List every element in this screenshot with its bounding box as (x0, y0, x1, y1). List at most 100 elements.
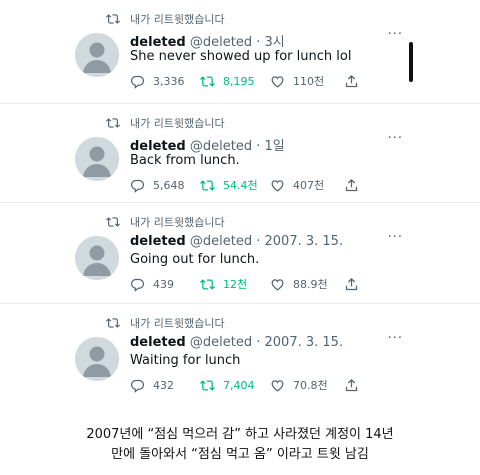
like-count: 88.9천 (293, 278, 328, 291)
more-icon[interactable]: ··· (388, 28, 403, 41)
retweet-count: 12천 (223, 278, 248, 291)
tweet-actions: 5,648 54.4천 407천 (130, 176, 360, 194)
like-icon (271, 278, 284, 291)
caption: 2007년에 “점심 먹으러 감” 하고 사라졌던 계정이 14년 만에 돌아와… (0, 425, 480, 465)
caption-line-1: 2007년에 “점심 먹으러 감” 하고 사라졌던 계정이 14년 (86, 427, 394, 442)
retweet-button[interactable]: 12천 (200, 275, 247, 293)
retweet-header-label: 내가 리트윗했습니다 (130, 13, 225, 26)
like-count: 70.8천 (293, 379, 328, 392)
display-name[interactable]: deleted (130, 335, 186, 350)
avatar[interactable] (75, 137, 119, 181)
tweet-header: deleted @deleted · 1일 (130, 135, 285, 154)
tweet-time[interactable]: 2007. 3. 15. (265, 234, 344, 249)
user-handle[interactable]: @deleted (190, 139, 252, 154)
reply-icon (130, 179, 145, 193)
tweet-text: Going out for lunch. (130, 252, 260, 267)
like-icon (271, 179, 284, 192)
display-name[interactable]: deleted (130, 234, 186, 249)
retweet-button[interactable]: 7,404 (200, 376, 255, 394)
retweet-button[interactable]: 8,195 (200, 72, 255, 90)
like-icon (271, 75, 284, 88)
separator-dot: · (256, 234, 261, 249)
more-icon[interactable]: ··· (388, 231, 403, 244)
scrollbar[interactable] (409, 42, 413, 82)
retweet-header: 내가 리트윗했습니다 (105, 11, 225, 27)
like-count: 110천 (293, 75, 325, 88)
reply-count: 3,336 (153, 74, 185, 88)
retweet-header: 내가 리트윗했습니다 (105, 315, 225, 331)
user-handle[interactable]: @deleted (190, 335, 252, 350)
tweet-time[interactable]: 1일 (265, 139, 285, 154)
like-count: 407천 (293, 179, 325, 192)
tweet-header: deleted @deleted · 2007. 3. 15. (130, 335, 343, 350)
share-icon (345, 178, 358, 191)
like-button[interactable]: 88.9천 (270, 275, 328, 293)
retweet-header: 내가 리트윗했습니다 (105, 214, 225, 230)
tweet-time[interactable]: 3시 (265, 35, 285, 50)
tweet-actions: 432 7,404 70.8천 (130, 376, 360, 394)
tweet-item[interactable]: 내가 리트윗했습니다 deleted @deleted · 1일 ··· Bac… (0, 104, 480, 203)
share-icon (345, 378, 358, 391)
share-icon (345, 277, 358, 290)
retweet-count: 8,195 (223, 74, 255, 88)
user-handle[interactable]: @deleted (190, 35, 252, 50)
reply-icon (130, 75, 145, 89)
default-avatar (75, 236, 119, 280)
default-avatar (75, 337, 119, 381)
reply-button[interactable]: 439 (130, 275, 174, 293)
share-button[interactable] (344, 176, 367, 194)
avatar[interactable] (75, 33, 119, 77)
share-icon (345, 74, 358, 87)
retweet-icon (106, 118, 120, 128)
tweet-text: Waiting for lunch (130, 353, 241, 368)
avatar[interactable] (75, 236, 119, 280)
reply-button[interactable]: 432 (130, 376, 174, 394)
tweet-item[interactable]: 내가 리트윗했습니다 deleted @deleted · 2007. 3. 1… (0, 203, 480, 304)
display-name[interactable]: deleted (130, 35, 186, 50)
share-button[interactable] (344, 376, 367, 394)
retweet-header-label: 내가 리트윗했습니다 (130, 317, 225, 330)
retweet-icon (106, 14, 120, 24)
like-button[interactable]: 407천 (270, 176, 324, 194)
like-button[interactable]: 70.8천 (270, 376, 328, 394)
tweet-item[interactable]: 내가 리트윗했습니다 deleted @deleted · 2007. 3. 1… (0, 304, 480, 404)
tweet-text: Back from lunch. (130, 153, 240, 168)
tweet-actions: 3,336 8,195 110천 (130, 72, 360, 90)
like-icon (271, 379, 284, 392)
share-button[interactable] (344, 275, 367, 293)
reply-button[interactable]: 5,648 (130, 176, 185, 194)
tweet-text: She never showed up for lunch lol (130, 49, 352, 64)
tweet-item[interactable]: 내가 리트윗했습니다 deleted @deleted · 3시 ··· She… (0, 0, 480, 104)
retweet-count: 7,404 (223, 378, 255, 392)
separator-dot: · (256, 35, 261, 50)
avatar[interactable] (75, 337, 119, 381)
tweet-actions: 439 12천 88.9천 (130, 275, 360, 293)
retweet-icon (200, 179, 215, 191)
more-icon[interactable]: ··· (388, 332, 403, 345)
like-button[interactable]: 110천 (270, 72, 324, 90)
tweet-header: deleted @deleted · 3시 (130, 31, 285, 50)
tweet-time[interactable]: 2007. 3. 15. (265, 335, 344, 350)
display-name[interactable]: deleted (130, 139, 186, 154)
caption-line-2: 만에 돌아와서 “점심 먹고 옴” 이라고 트윗 남김 (111, 447, 369, 462)
reply-icon (130, 379, 145, 393)
retweet-icon (106, 217, 120, 227)
default-avatar (75, 33, 119, 77)
reply-icon (130, 278, 145, 292)
default-avatar (75, 137, 119, 181)
retweet-icon (200, 278, 215, 290)
reply-count: 5,648 (153, 178, 185, 192)
user-handle[interactable]: @deleted (190, 234, 252, 249)
more-icon[interactable]: ··· (388, 132, 403, 145)
share-button[interactable] (344, 72, 367, 90)
retweet-icon (200, 379, 215, 391)
retweet-header: 내가 리트윗했습니다 (105, 115, 225, 131)
reply-button[interactable]: 3,336 (130, 72, 185, 90)
retweet-icon (200, 75, 215, 87)
retweet-count: 54.4천 (223, 179, 258, 192)
separator-dot: · (256, 335, 261, 350)
retweet-button[interactable]: 54.4천 (200, 176, 258, 194)
reply-count: 432 (153, 378, 174, 392)
reply-count: 439 (153, 277, 174, 291)
separator-dot: · (256, 139, 261, 154)
